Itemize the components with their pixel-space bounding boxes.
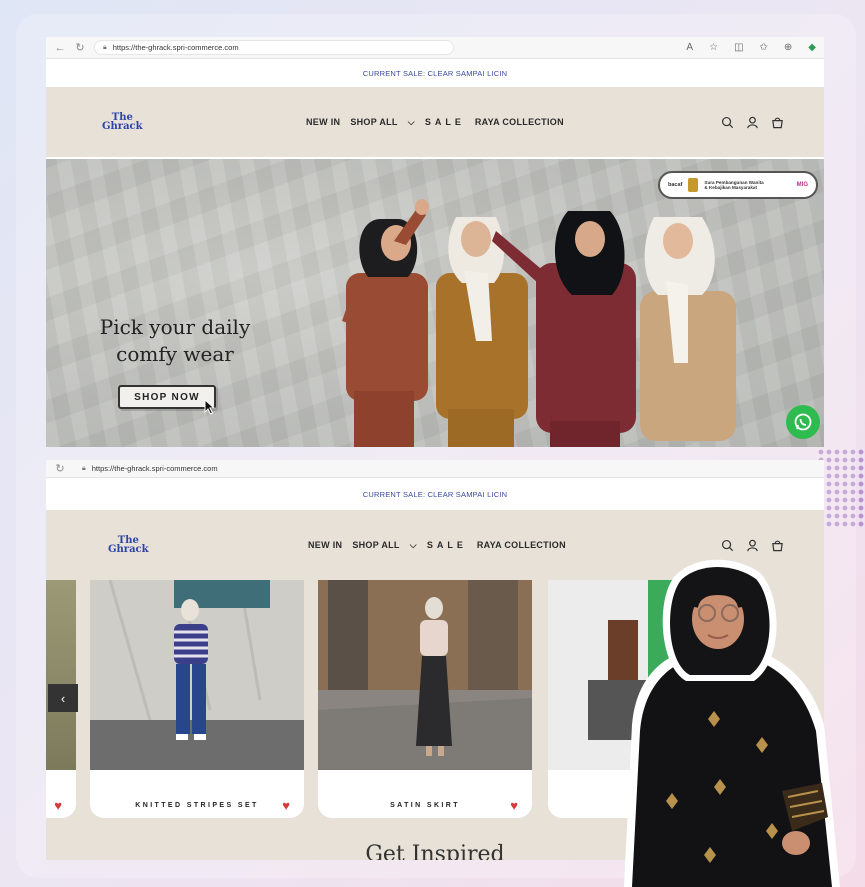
logo-line-2: Ghrack [102,121,143,132]
reload-icon[interactable]: ↻ [54,462,66,475]
product-image [46,580,76,770]
header-icons [721,116,784,129]
product-name-bar[interactable]: SATIN SKIRT [324,792,526,818]
headline-line-1: Pick your daily [99,315,251,339]
browser-toolbar: ← ↻ 🔒︎ https://the-ghrack.spri-commerce.… [46,37,824,59]
heart-icon[interactable]: ♥ [282,798,290,813]
url-text: https://the-ghrack.spri-commerce.com [91,464,218,473]
url-text: https://the-ghrack.spri-commerce.com [112,43,239,52]
carousel-prev-button[interactable]: ‹ [48,684,78,712]
menu-sale[interactable]: SALE [427,540,467,550]
knitted-stripes-photo [90,580,304,770]
cart-icon[interactable] [771,116,784,129]
badge-text: Sura Pembangunan Wanita & Kebajikan Masy… [704,180,763,190]
site-header: The Ghrack NEW IN SHOP ALL ⌵ SALE RAYA C… [46,87,824,157]
product-card[interactable]: KNITTED STRIPES SET ♥ [90,580,304,818]
headline-line-2: comfy wear [116,342,234,366]
badge-mark: MIG [796,182,808,188]
favorites-icon[interactable]: ✩ [760,42,768,53]
announcement-bar[interactable]: CURRENT SALE: CLEAR SAMPAI LICIN [46,59,824,87]
lock-icon: 🔒︎ [82,464,86,472]
menu-new-in[interactable]: NEW IN [308,540,342,550]
main-menu: NEW IN SHOP ALL ⌵ SALE RAYA COLLECTION [306,117,564,128]
browser-window-top: ← ↻ 🔒︎ https://the-ghrack.spri-commerce.… [46,37,824,447]
main-menu: NEW IN SHOP ALL ⌵ SALE RAYA COLLECTION [308,540,566,551]
product-image [90,580,304,770]
collections-icon[interactable]: ⊕ [784,42,792,53]
menu-raya-collection[interactable]: RAYA COLLECTION [475,117,564,127]
header-icons [721,539,784,552]
mouse-cursor-icon [204,399,216,415]
badge-text-line-2: & Kebajikan Masyarakat [704,185,757,190]
menu-shop-all[interactable]: SHOP ALL [352,540,399,550]
satin-skirt-photo [318,580,532,770]
chevron-left-icon: ‹ [60,690,66,706]
lock-icon: 🔒︎ [103,43,107,51]
badge-brand: bacaf [668,182,683,188]
browser-toolbar-cropped: ↻ 🔒︎ https://the-ghrack.spri-commerce.co… [46,460,824,478]
search-icon[interactable] [721,539,734,552]
account-icon[interactable] [746,539,759,552]
hero-models-image [342,199,736,447]
menu-sale[interactable]: SALE [425,117,465,127]
site-logo[interactable]: The Ghrack [108,536,149,555]
favorite-icon[interactable]: ☆ [709,42,718,53]
chevron-down-icon[interactable]: ⌵ [410,540,417,551]
split-icon[interactable]: ◫ [734,42,743,53]
toolbar-icons: A ☆ ◫ ✩ ⊕ ◆ [686,42,816,53]
address-bar[interactable]: 🔒︎ https://the-ghrack.spri-commerce.com [74,461,434,476]
product-image [318,580,532,770]
site-logo[interactable]: The Ghrack [102,113,143,132]
back-arrow-icon[interactable]: ← [54,42,66,54]
whatsapp-button[interactable] [786,405,820,439]
cart-icon[interactable] [771,539,784,552]
account-icon[interactable] [746,116,759,129]
extension-icon[interactable]: ◆ [808,42,816,53]
hero-headline: Pick your daily comfy wear [90,314,260,368]
menu-shop-all[interactable]: SHOP ALL [350,117,397,127]
shop-now-button[interactable]: SHOP NOW [118,385,216,409]
read-aloud-icon[interactable]: A [686,42,693,53]
search-icon[interactable] [721,116,734,129]
heart-icon[interactable]: ♥ [54,798,62,813]
reload-icon[interactable]: ↻ [74,41,86,54]
crest-icon [688,178,699,192]
chevron-down-icon[interactable]: ⌵ [408,117,415,128]
sponsor-badge: bacaf Sura Pembangunan Wanita & Kebajika… [658,171,818,199]
logo-line-2: Ghrack [108,544,149,555]
whatsapp-icon [794,413,812,431]
hero-banner: Pick your daily comfy wear SHOP NOW baca… [46,159,824,447]
menu-raya-collection[interactable]: RAYA COLLECTION [477,540,566,550]
product-name-bar[interactable]: KNITTED STRIPES SET [96,792,298,818]
heart-icon[interactable]: ♥ [510,798,518,813]
product-card[interactable]: SATIN SKIRT ♥ [318,580,532,818]
menu-new-in[interactable]: NEW IN [306,117,340,127]
presenter-cutout-photo [624,559,840,887]
announcement-bar[interactable]: CURRENT SALE: CLEAR SAMPAI LICIN [46,478,824,510]
address-bar[interactable]: 🔒︎ https://the-ghrack.spri-commerce.com [94,40,454,55]
